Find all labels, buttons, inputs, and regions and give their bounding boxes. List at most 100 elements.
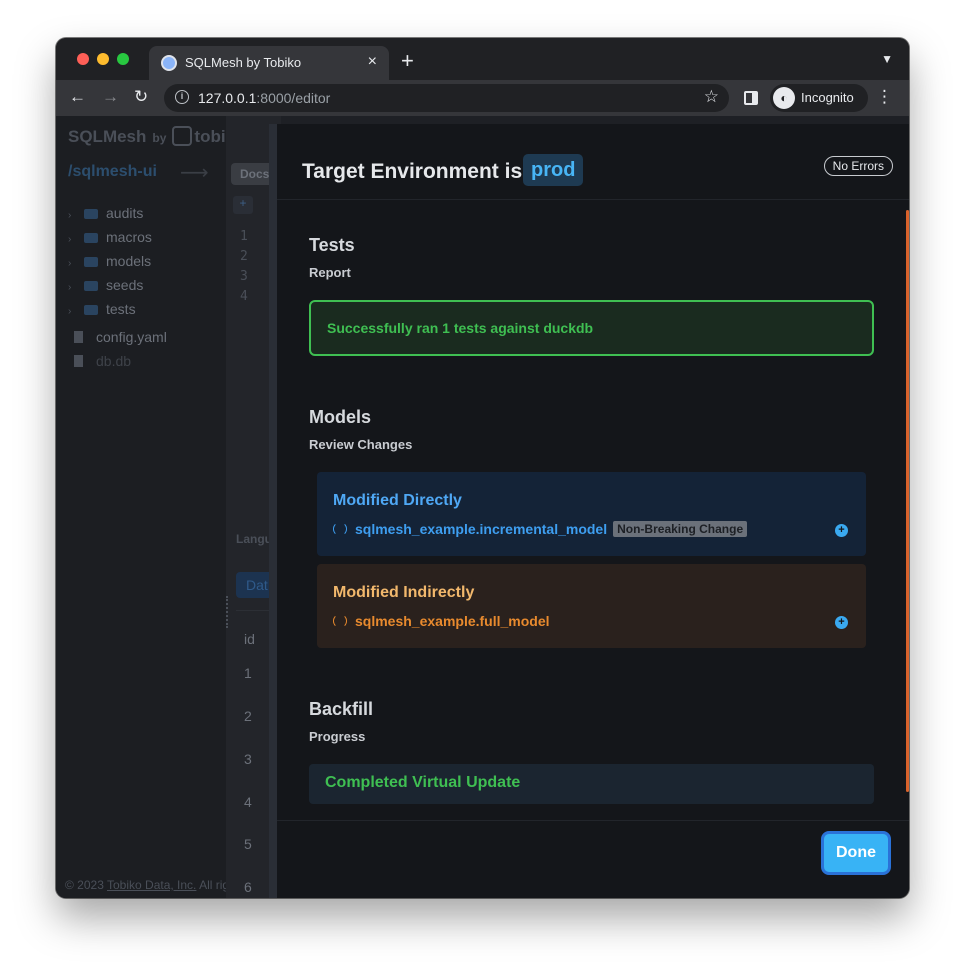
modified-indirectly-model[interactable]: sqlmesh_example.full_model bbox=[333, 613, 550, 629]
project-path[interactable]: /sqlmesh-ui bbox=[68, 163, 157, 181]
reload-icon[interactable]: ↻ bbox=[134, 87, 148, 107]
table-row: 3 bbox=[244, 751, 252, 767]
logo-name: SQLMesh bbox=[68, 127, 147, 146]
change-type-badge: Non-Breaking Change bbox=[613, 521, 748, 537]
tests-subheading: Report bbox=[309, 265, 351, 280]
file-explorer: SQLMesh by tobik /sqlmesh-ui ⟶ › audits › ma… bbox=[56, 116, 245, 898]
backfill-progress-box: Completed Virtual Update bbox=[309, 764, 874, 804]
folder-models[interactable]: › models bbox=[68, 253, 151, 269]
folder-audits[interactable]: › audits bbox=[68, 205, 143, 221]
plan-panel: Target Environment is prod No Errors Tes… bbox=[269, 124, 909, 898]
modified-directly-title: Modified Directly bbox=[333, 492, 462, 509]
chevron-right-icon: › bbox=[68, 234, 72, 245]
browser-toolbar: ← → ↻ i 127.0.0.1:8000/editor ☆ ◐ Incogn… bbox=[56, 80, 909, 116]
tab-search-chevron-icon[interactable]: ▼ bbox=[881, 52, 893, 66]
expand-plus-icon[interactable]: + bbox=[835, 616, 848, 629]
tobiko-logo-icon bbox=[172, 126, 193, 146]
line-number: 2 bbox=[240, 249, 248, 264]
line-number: 3 bbox=[240, 269, 248, 284]
incognito-icon: ◐ bbox=[773, 87, 795, 109]
folder-icon bbox=[84, 209, 98, 219]
folder-label: macros bbox=[106, 229, 152, 245]
forward-arrow-icon[interactable]: → bbox=[102, 87, 119, 107]
file-db-db[interactable]: db.db bbox=[74, 353, 131, 369]
footer-prefix: © 2023 bbox=[65, 878, 104, 892]
modified-indirectly-title: Modified Indirectly bbox=[333, 584, 475, 601]
folder-icon bbox=[84, 305, 98, 315]
footer-link[interactable]: Tobiko Data, Inc. bbox=[107, 878, 196, 892]
side-panel-icon[interactable] bbox=[744, 91, 758, 105]
refresh-icon bbox=[333, 614, 347, 628]
folder-icon bbox=[84, 233, 98, 243]
panel-footer: Done bbox=[277, 820, 909, 898]
sqlmesh-app: SQLMesh by tobik /sqlmesh-ui ⟶ › audits › ma… bbox=[56, 116, 909, 898]
sqlmesh-favicon-icon bbox=[161, 55, 177, 71]
browser-menu-icon[interactable]: ⋮ bbox=[876, 87, 893, 107]
file-label: db.db bbox=[96, 353, 132, 369]
url-text: 127.0.0.1:8000/editor bbox=[198, 90, 330, 106]
zoom-window-button[interactable] bbox=[117, 53, 129, 65]
file-config-yaml[interactable]: config.yaml bbox=[74, 329, 167, 345]
language-label: Langu bbox=[236, 532, 272, 546]
table-row: 6 bbox=[244, 879, 252, 895]
panel-scrollbar[interactable] bbox=[906, 210, 909, 792]
folder-label: tests bbox=[106, 301, 136, 317]
expand-plus-icon[interactable]: + bbox=[835, 524, 848, 537]
close-window-button[interactable] bbox=[77, 53, 89, 65]
table-row: 2 bbox=[244, 708, 252, 724]
table-row: 5 bbox=[244, 836, 252, 852]
modified-directly-model[interactable]: sqlmesh_example.incremental_model Non-Bre… bbox=[333, 521, 748, 537]
folder-icon bbox=[84, 257, 98, 267]
file-icon bbox=[74, 355, 83, 367]
backfill-heading: Backfill bbox=[309, 699, 374, 719]
environment-badge: prod bbox=[523, 154, 584, 186]
close-tab-icon[interactable]: × bbox=[368, 53, 377, 71]
refresh-icon bbox=[333, 522, 347, 536]
tests-heading: Tests bbox=[309, 235, 355, 255]
column-header-id: id bbox=[244, 631, 255, 647]
browser-tab[interactable]: SQLMesh by Tobiko × bbox=[149, 46, 389, 80]
browser-window: SQLMesh by Tobiko × + ▼ ← → ↻ i 127.0.0.… bbox=[56, 38, 909, 898]
file-icon bbox=[74, 331, 83, 343]
table-row: 1 bbox=[244, 665, 252, 681]
url-host: 127.0.0.1 bbox=[198, 90, 257, 106]
line-number: 4 bbox=[240, 289, 248, 304]
url-path: :8000/editor bbox=[256, 90, 331, 106]
done-button[interactable]: Done bbox=[821, 831, 891, 875]
test-report-message: Successfully ran 1 tests against duckdb bbox=[327, 320, 594, 336]
arrow-right-icon: ⟶ bbox=[180, 162, 209, 184]
folder-tests[interactable]: › tests bbox=[68, 301, 136, 317]
modified-directly-card: Modified Directly sqlmesh_example.increm… bbox=[317, 472, 866, 556]
footer-copyright: © 2023 Tobiko Data, Inc. All rights bbox=[65, 878, 245, 892]
chevron-right-icon: › bbox=[68, 306, 72, 317]
site-info-icon[interactable]: i bbox=[175, 90, 189, 104]
incognito-profile-button[interactable]: ◐ Incognito bbox=[770, 84, 868, 112]
tab-strip: SQLMesh by Tobiko × + ▼ bbox=[56, 38, 909, 80]
folder-icon bbox=[84, 281, 98, 291]
folder-macros[interactable]: › macros bbox=[68, 229, 152, 245]
add-tab-button[interactable]: + bbox=[233, 196, 253, 214]
new-tab-button[interactable]: + bbox=[401, 48, 414, 74]
file-label: config.yaml bbox=[96, 329, 167, 345]
chevron-right-icon: › bbox=[68, 282, 72, 293]
table-row: 4 bbox=[244, 794, 252, 810]
line-number: 1 bbox=[240, 229, 248, 244]
status-badge: No Errors bbox=[823, 156, 893, 176]
test-report-box: Successfully ran 1 tests against duckdb bbox=[309, 300, 874, 356]
minimize-window-button[interactable] bbox=[97, 53, 109, 65]
incognito-label: Incognito bbox=[801, 90, 854, 105]
models-subheading: Review Changes bbox=[309, 437, 413, 452]
panel-title: Target Environment is bbox=[302, 160, 523, 183]
folder-seeds[interactable]: › seeds bbox=[68, 277, 143, 293]
panel-header: Target Environment is prod No Errors bbox=[277, 124, 909, 200]
model-name: sqlmesh_example.full_model bbox=[355, 613, 550, 629]
logo-by: by bbox=[152, 131, 167, 145]
tab-title: SQLMesh by Tobiko bbox=[185, 55, 302, 70]
backfill-subheading: Progress bbox=[309, 729, 366, 744]
resize-handle[interactable] bbox=[226, 596, 228, 628]
address-bar[interactable]: i 127.0.0.1:8000/editor ☆ bbox=[164, 84, 729, 112]
back-arrow-icon[interactable]: ← bbox=[69, 87, 86, 107]
models-heading: Models bbox=[309, 407, 372, 427]
bookmark-star-icon[interactable]: ☆ bbox=[704, 87, 719, 107]
backfill-message: Completed Virtual Update bbox=[325, 774, 521, 791]
